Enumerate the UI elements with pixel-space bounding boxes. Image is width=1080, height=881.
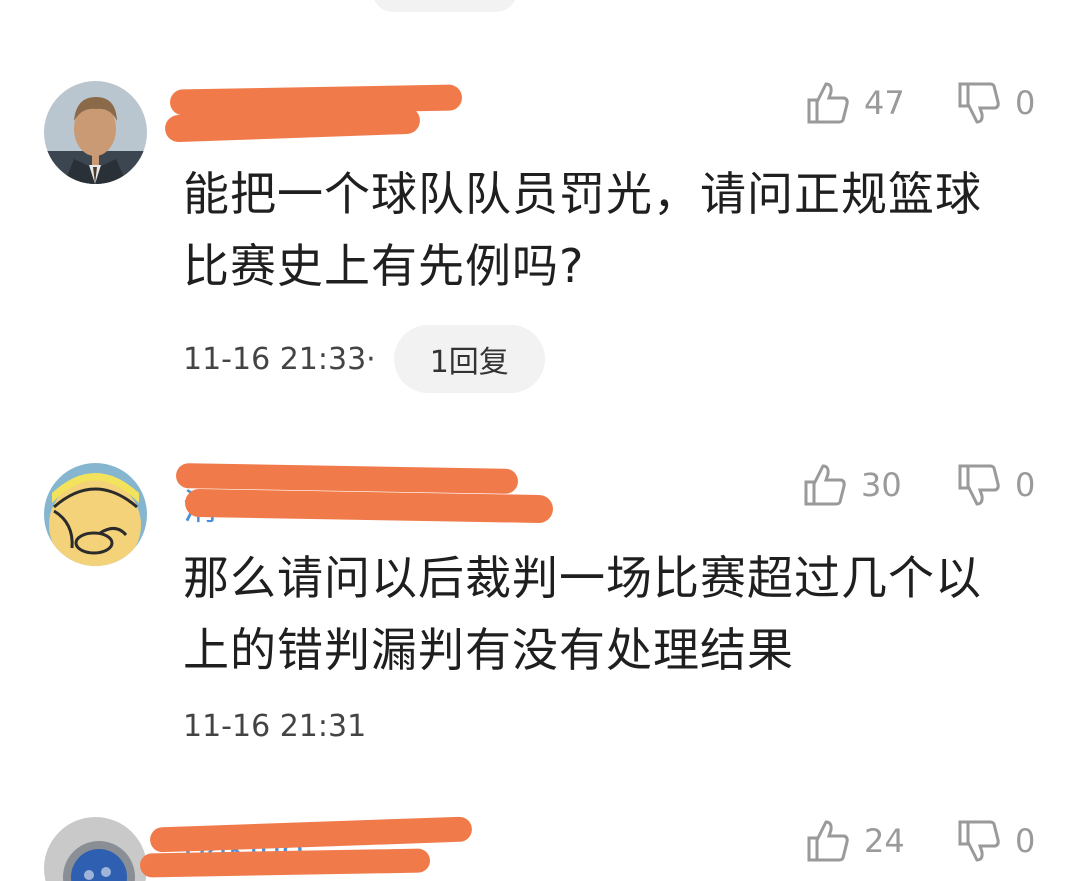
like-button[interactable]: 47 <box>806 80 905 126</box>
like-count: 47 <box>864 84 905 122</box>
dislike-count: 0 <box>1015 822 1036 860</box>
like-button[interactable]: 30 <box>803 462 902 508</box>
like-count: 30 <box>861 466 902 504</box>
timestamp: 11-16 21:33 <box>183 341 367 377</box>
redaction-mark <box>139 848 431 878</box>
dislike-button[interactable]: 0 <box>957 80 1035 126</box>
avatar[interactable] <box>44 81 147 184</box>
thumb-up-icon <box>807 82 849 124</box>
comment-meta: 11-16 21:31 <box>183 706 366 746</box>
comment-feed: 马 47 0 能把一个球队队员罚光，请问正规篮球比赛史上有先例吗? 11-16 … <box>0 0 1080 881</box>
timestamp: 11-16 21:31 <box>183 708 367 744</box>
dislike-count: 0 <box>1015 84 1036 122</box>
previous-reply-button[interactable] <box>372 0 517 12</box>
dislike-button[interactable]: 0 <box>957 818 1035 864</box>
redaction-mark <box>149 816 473 853</box>
avatar[interactable] <box>44 817 147 881</box>
comment-meta: 11-16 21:33 · 1回复 <box>183 325 545 393</box>
redaction-mark <box>184 488 554 524</box>
replies-label: 1回复 <box>429 345 509 380</box>
like-count: 24 <box>864 822 905 860</box>
thumb-down-icon <box>958 82 1000 124</box>
dislike-button[interactable]: 0 <box>957 462 1035 508</box>
separator: · <box>366 341 376 377</box>
thumb-up-icon <box>804 464 846 506</box>
thumb-down-icon <box>958 820 1000 862</box>
replies-button[interactable]: 1回复 <box>393 325 545 393</box>
dislike-count: 0 <box>1015 466 1036 504</box>
thumb-down-icon <box>958 464 1000 506</box>
comment-text: 那么请问以后裁判一场比赛超过几个以上的错判漏判有没有处理结果 <box>183 551 982 677</box>
comment-text: 能把一个球队队员罚光，请问正规篮球比赛史上有先例吗? <box>183 167 982 293</box>
like-button[interactable]: 24 <box>806 818 905 864</box>
avatar[interactable] <box>44 463 147 566</box>
thumb-up-icon <box>807 820 849 862</box>
